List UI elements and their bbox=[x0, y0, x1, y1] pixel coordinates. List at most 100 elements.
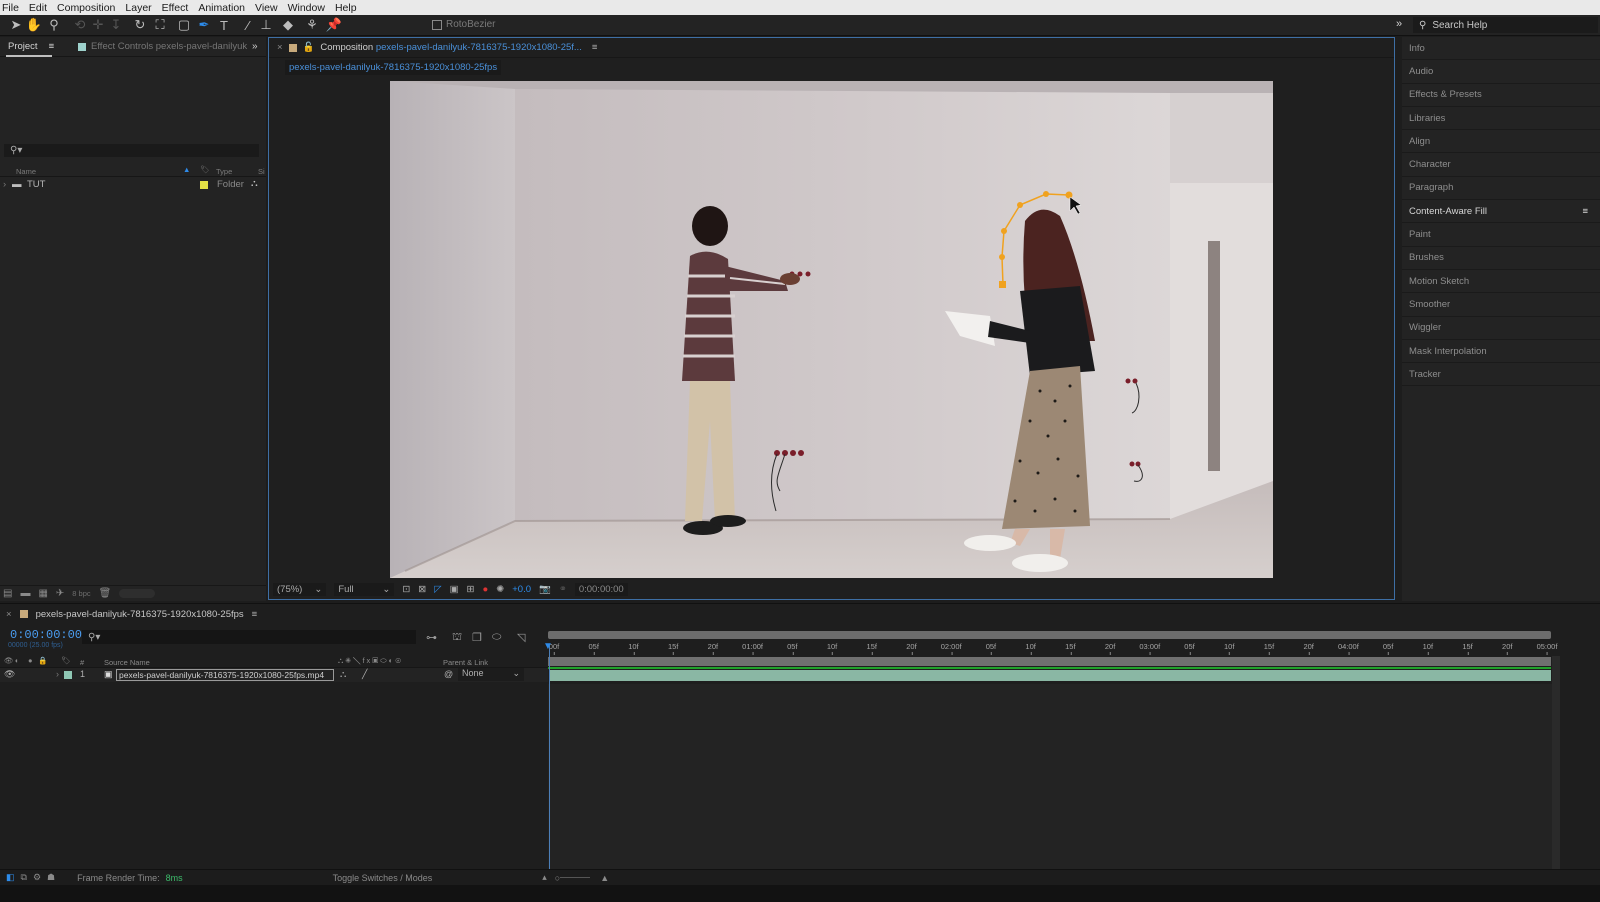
column-name[interactable]: Name bbox=[16, 167, 36, 176]
rotobezier-checkbox[interactable] bbox=[432, 19, 442, 30]
panel-info[interactable]: Info bbox=[1402, 37, 1600, 61]
mask-vertex[interactable] bbox=[999, 254, 1005, 260]
shy-switch-icon[interactable]: ⛬ bbox=[340, 669, 346, 680]
magnification-dropdown[interactable]: (75%) ⌄ bbox=[273, 582, 327, 596]
panel-menu-icon[interactable]: ≡ bbox=[49, 41, 55, 52]
panel-menu-icon[interactable]: ≡ bbox=[592, 42, 598, 53]
current-time-display[interactable]: 0:00:00:00 bbox=[574, 582, 628, 596]
menu-edit[interactable]: Edit bbox=[29, 2, 47, 14]
label-tag-icon[interactable]: 🏷 bbox=[200, 165, 210, 174]
composition-tab[interactable]: Composition pexels-pavel-danilyuk-781637… bbox=[320, 42, 581, 53]
menu-help[interactable]: Help bbox=[335, 2, 357, 14]
column-type[interactable]: Type bbox=[216, 167, 232, 176]
toggle-switches-modes-button[interactable]: Toggle Switches / Modes bbox=[333, 873, 433, 883]
quality-switch-icon[interactable]: ╱ bbox=[362, 669, 367, 680]
more-tabs-icon[interactable]: » bbox=[252, 41, 258, 52]
mask-vertex[interactable] bbox=[1001, 228, 1007, 234]
draft-3d-icon[interactable]: ⛫ bbox=[452, 631, 462, 645]
zoom-tool-icon[interactable]: ⚲ bbox=[46, 17, 62, 33]
panel-mask-interpolation[interactable]: Mask Interpolation bbox=[1402, 340, 1600, 364]
timeline-tab[interactable]: × pexels-pavel-danilyuk-7816375-1920x108… bbox=[0, 604, 1600, 624]
expand-panels-icon[interactable]: » bbox=[1396, 18, 1402, 30]
render-time-toggle-icon[interactable]: ☗ bbox=[47, 872, 55, 883]
layer-switches-toggle-icon[interactable]: ◧ bbox=[6, 872, 15, 883]
selection-tool-icon[interactable]: ➤ bbox=[8, 17, 24, 33]
exposure-value[interactable]: +0.0 bbox=[512, 584, 531, 595]
column-source-name[interactable]: Source Name bbox=[104, 658, 150, 667]
mask-vertex-last[interactable] bbox=[1065, 191, 1073, 199]
audio-switch-icon[interactable]: ◖ bbox=[14, 656, 19, 665]
clone-stamp-tool-icon[interactable]: ⊥ bbox=[258, 17, 274, 33]
panel-tracker[interactable]: Tracker bbox=[1402, 363, 1600, 387]
video-switch-icon[interactable]: 👁 bbox=[4, 656, 14, 665]
time-navigator[interactable] bbox=[548, 657, 1551, 666]
menu-file[interactable]: File bbox=[2, 2, 19, 14]
grid-guides-icon[interactable]: ⊞ bbox=[467, 584, 475, 595]
panel-paint[interactable]: Paint bbox=[1402, 223, 1600, 247]
solo-switch-icon[interactable]: ● bbox=[28, 656, 33, 665]
tab-effect-controls[interactable]: Effect Controls pexels-pavel-danilyuk bbox=[78, 41, 247, 52]
puppet-pin-tool-icon[interactable]: 📌 bbox=[326, 17, 342, 33]
tab-project[interactable]: Project ≡ bbox=[8, 41, 54, 52]
timeline-scrollbar[interactable] bbox=[1552, 656, 1560, 870]
label-color-swatch[interactable] bbox=[200, 181, 208, 189]
playhead-icon[interactable]: ▼ bbox=[543, 641, 553, 652]
panel-align[interactable]: Align bbox=[1402, 130, 1600, 154]
lock-switch-icon[interactable]: 🔒 bbox=[38, 656, 47, 665]
panel-motion-sketch[interactable]: Motion Sketch bbox=[1402, 270, 1600, 294]
thumbnail-size-slider[interactable] bbox=[119, 589, 156, 598]
close-tab-icon[interactable]: × bbox=[6, 609, 12, 620]
mask-vertex[interactable] bbox=[1017, 202, 1023, 208]
panel-paragraph[interactable]: Paragraph bbox=[1402, 177, 1600, 201]
panel-menu-icon[interactable]: ≡ bbox=[1582, 206, 1588, 217]
label-tag-icon[interactable]: 🏷 bbox=[61, 656, 71, 665]
pen-tool-icon[interactable]: ✒ bbox=[196, 17, 212, 33]
anchor-point-tool-icon[interactable]: ⛶ bbox=[152, 17, 168, 33]
layer-source-name[interactable]: pexels-pavel-danilyuk-7816375-1920x1080-… bbox=[116, 669, 334, 681]
region-of-interest-icon[interactable]: ▣ bbox=[450, 584, 459, 595]
resolution-dropdown[interactable]: Full ⌄ bbox=[334, 582, 395, 596]
dolly-camera-tool-icon[interactable]: ↧ bbox=[108, 17, 124, 33]
menu-layer[interactable]: Layer bbox=[125, 2, 151, 14]
rotobezier-toggle[interactable]: RotoBezier bbox=[432, 19, 495, 30]
new-composition-icon[interactable]: ▦ bbox=[38, 588, 47, 599]
panel-content-aware-fill[interactable]: Content-Aware Fill ≡ bbox=[1402, 200, 1600, 224]
panel-menu-icon[interactable]: ≡ bbox=[252, 609, 258, 620]
color-management-icon[interactable]: ✺ bbox=[496, 584, 504, 595]
channel-icon[interactable]: ● bbox=[483, 584, 489, 595]
fast-previews-icon[interactable]: ⊡ bbox=[402, 584, 410, 595]
expand-chevron-icon[interactable]: › bbox=[3, 179, 6, 190]
hand-tool-icon[interactable]: ✋ bbox=[26, 17, 42, 33]
mask-vertex-first[interactable] bbox=[999, 281, 1006, 288]
rotation-tool-icon[interactable]: ↻ bbox=[132, 17, 148, 33]
visibility-eye-icon[interactable]: 👁 bbox=[4, 669, 15, 680]
panel-brushes[interactable]: Brushes bbox=[1402, 247, 1600, 270]
column-size[interactable]: Si bbox=[258, 167, 265, 176]
composition-flowchart-icon[interactable]: ⊶ bbox=[426, 631, 437, 644]
layer-row[interactable]: 👁 › 1 ▣ pexels-pavel-danilyuk-7816375-19… bbox=[0, 668, 548, 682]
panel-character[interactable]: Character bbox=[1402, 153, 1600, 177]
in-out-toggle-icon[interactable]: ⚙ bbox=[33, 872, 41, 883]
menu-animation[interactable]: Animation bbox=[198, 2, 245, 14]
bit-depth-button[interactable]: 8 bpc bbox=[72, 589, 90, 598]
render-queue-icon[interactable]: ✈ bbox=[56, 588, 64, 599]
mask-vertex[interactable] bbox=[1043, 191, 1049, 197]
interpret-footage-icon[interactable]: ▤ bbox=[3, 588, 12, 599]
pan-camera-tool-icon[interactable]: ✛ bbox=[90, 17, 106, 33]
menu-view[interactable]: View bbox=[255, 2, 278, 14]
panel-smoother[interactable]: Smoother bbox=[1402, 293, 1600, 317]
project-search-input[interactable]: ⚲▾ bbox=[4, 144, 259, 157]
panel-libraries[interactable]: Libraries bbox=[1402, 107, 1600, 131]
trash-icon[interactable]: 🗑 bbox=[99, 588, 112, 599]
sort-ascending-icon[interactable]: ▲ bbox=[183, 165, 190, 174]
layer-duration-bar[interactable] bbox=[549, 670, 1551, 681]
show-snapshot-icon[interactable]: ⚭ bbox=[559, 584, 567, 595]
zoom-out-icon[interactable]: ▴ bbox=[542, 872, 547, 883]
timeline-zoom-slider[interactable]: ○ bbox=[555, 873, 591, 883]
rectangle-tool-icon[interactable]: ▢ bbox=[176, 17, 192, 33]
pick-whip-icon[interactable]: @ bbox=[444, 669, 453, 679]
composition-breadcrumb[interactable]: pexels-pavel-danilyuk-7816375-1920x1080-… bbox=[285, 59, 502, 75]
orbit-camera-tool-icon[interactable]: ⟲ bbox=[72, 17, 88, 33]
type-tool-icon[interactable]: T bbox=[216, 17, 232, 33]
eraser-tool-icon[interactable]: ◆ bbox=[280, 17, 296, 33]
